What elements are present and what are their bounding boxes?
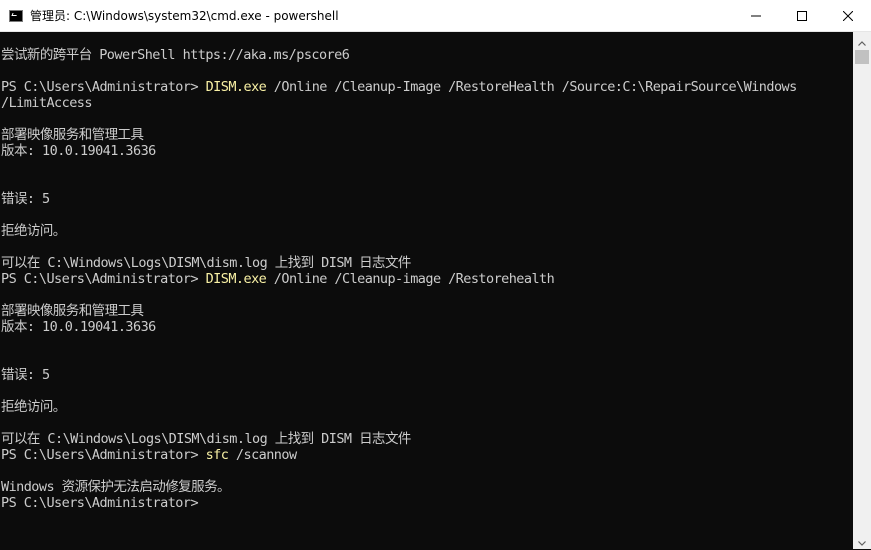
maximize-button[interactable] xyxy=(779,0,825,31)
command-name: DISM.exe xyxy=(205,79,267,95)
console-prompt-line: PS C:\Users\Administrator> DISM.exe /Onl… xyxy=(1,79,797,95)
minimize-icon xyxy=(751,11,761,21)
console-prompt-line: PS C:\Users\Administrator> DISM.exe /Onl… xyxy=(1,271,555,287)
console-prompt-line: PS C:\Users\Administrator> xyxy=(1,495,199,511)
close-button[interactable] xyxy=(825,0,871,31)
command-args: /scannow xyxy=(228,447,297,463)
prompt-text: PS C:\Users\Administrator> xyxy=(1,495,199,511)
powershell-window: 管理员: C:\Windows\system32\cmd.exe - power… xyxy=(0,0,871,549)
console-output-line: 版本: 10.0.19041.3636 xyxy=(1,143,156,159)
console-output-line: 部署映像服务和管理工具 xyxy=(1,127,144,143)
console-output-line: 拒绝访问。 xyxy=(1,399,66,415)
console-output-line: 错误: 5 xyxy=(1,191,50,207)
console-output-line: 部署映像服务和管理工具 xyxy=(1,303,144,319)
prompt-text: PS C:\Users\Administrator> xyxy=(1,271,206,287)
command-args: /Online /Cleanup-image /Restorehealth xyxy=(266,271,555,287)
console-output-line: 错误: 5 xyxy=(1,367,50,383)
title-bar[interactable]: 管理员: C:\Windows\system32\cmd.exe - power… xyxy=(0,0,871,32)
console-app-icon[interactable] xyxy=(9,9,23,22)
console-output-line: 版本: 10.0.19041.3636 xyxy=(1,319,156,335)
maximize-icon xyxy=(797,10,807,21)
console-output-line: Windows 资源保护无法启动修复服务。 xyxy=(1,479,231,495)
command-name: DISM.exe xyxy=(205,271,267,287)
command-name: sfc xyxy=(205,447,229,463)
command-args: /Online /Cleanup-Image /RestoreHealth /S… xyxy=(266,79,797,95)
scroll-down-button[interactable] xyxy=(853,532,871,549)
window-title: 管理员: C:\Windows\system32\cmd.exe - power… xyxy=(30,9,339,23)
scroll-thumb[interactable] xyxy=(855,50,869,64)
minimize-button[interactable] xyxy=(733,0,779,31)
console-output-line: 拒绝访问。 xyxy=(1,223,66,239)
console-output-line: 可以在 C:\Windows\Logs\DISM\dism.log 上找到 DI… xyxy=(1,431,411,447)
prompt-text: PS C:\Users\Administrator> xyxy=(1,79,206,95)
scroll-up-button[interactable] xyxy=(853,32,871,49)
chevron-up-icon xyxy=(858,31,866,50)
chevron-down-icon xyxy=(858,531,866,550)
console-output-line: 可以在 C:\Windows\Logs\DISM\dism.log 上找到 DI… xyxy=(1,255,411,271)
console-prompt-line: PS C:\Users\Administrator> sfc /scannow xyxy=(1,447,297,463)
console-output-line: 尝试新的跨平台 PowerShell https://aka.ms/pscore… xyxy=(1,47,350,63)
console-output[interactable]: 尝试新的跨平台 PowerShell https://aka.ms/pscore… xyxy=(0,32,853,549)
prompt-text: PS C:\Users\Administrator> xyxy=(1,447,206,463)
vertical-scrollbar[interactable] xyxy=(853,32,871,549)
close-icon xyxy=(843,10,853,21)
console-output-line: /LimitAccess xyxy=(1,95,92,111)
